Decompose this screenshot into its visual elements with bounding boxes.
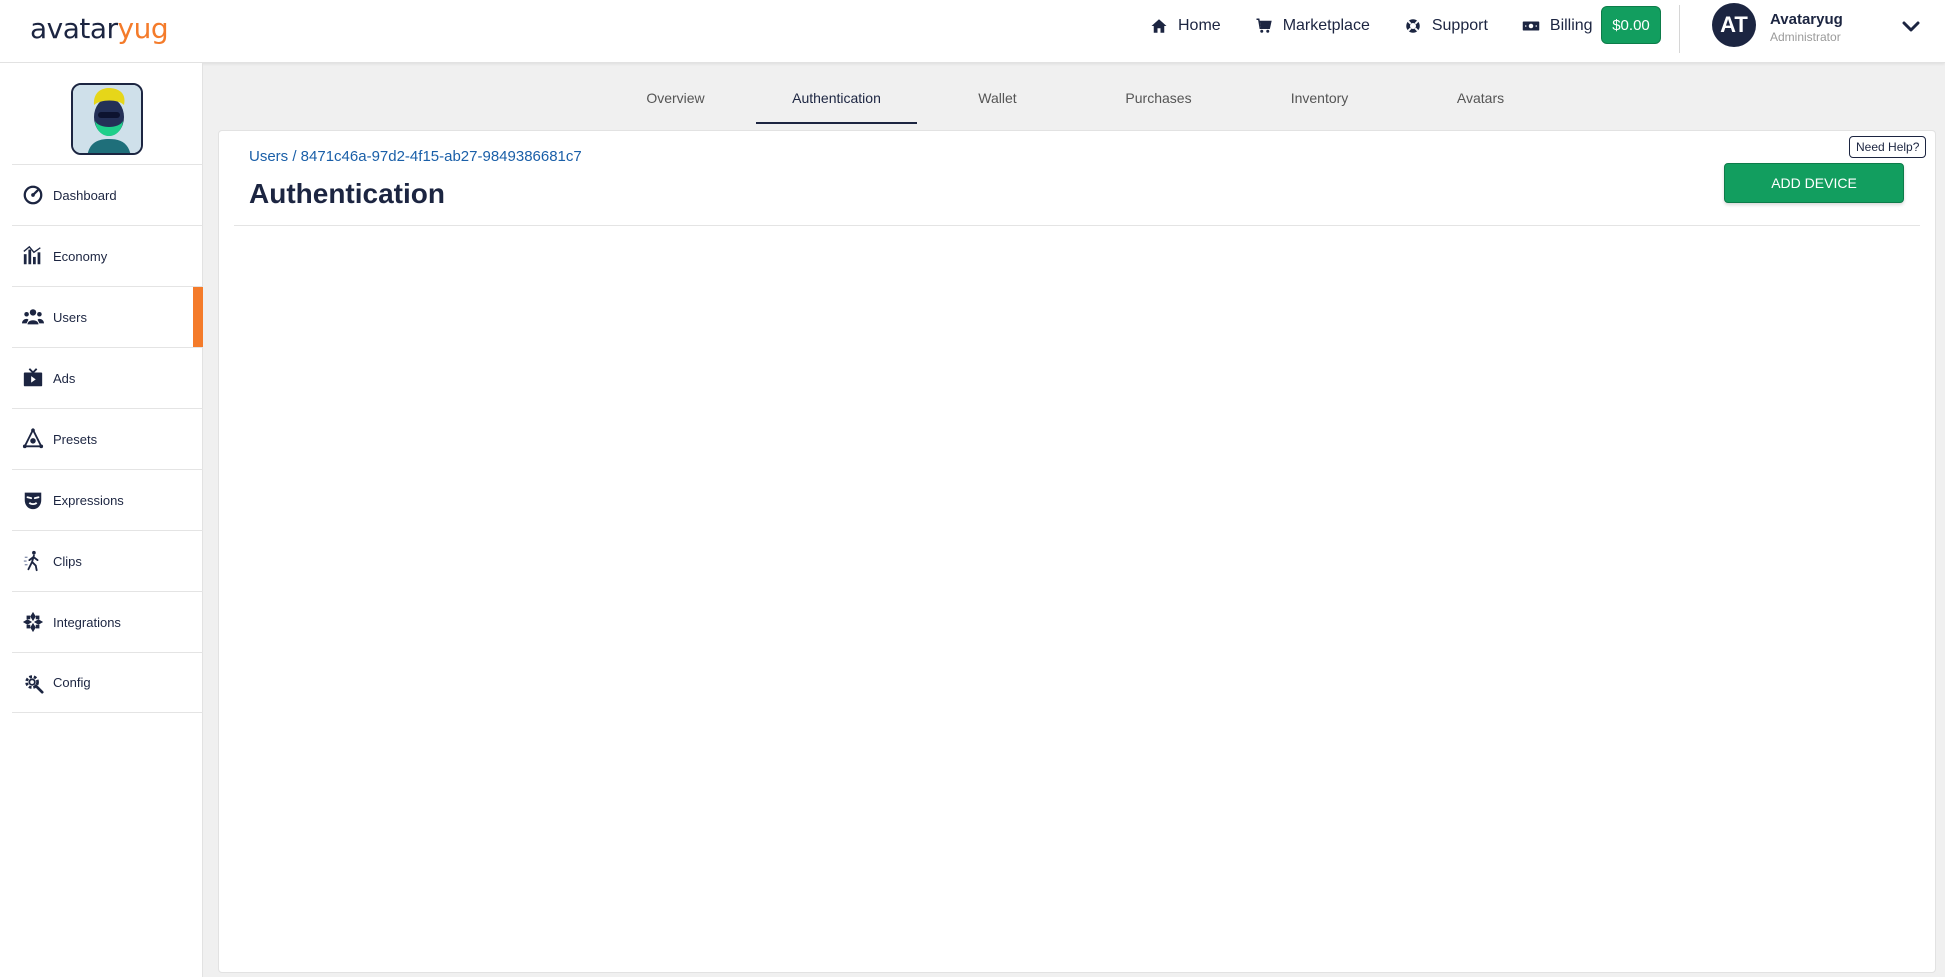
nav-billing-label: Billing (1549, 17, 1593, 34)
avatar-figure-icon (73, 85, 141, 153)
sidebar-item-dashboard[interactable]: Dashboard (12, 164, 203, 225)
chevron-down-icon[interactable] (1902, 20, 1920, 34)
sidebar-item-presets[interactable]: Presets (12, 408, 203, 469)
avataryug-logo[interactable]: avataryug (30, 12, 169, 45)
nav-home[interactable]: Home (1150, 17, 1221, 35)
need-help-button[interactable]: Need Help? (1849, 136, 1927, 158)
nav-support[interactable]: Support (1404, 17, 1488, 35)
gauge-icon (23, 185, 43, 205)
home-icon (1151, 19, 1167, 33)
sidebar-item-economy[interactable]: Economy (12, 225, 203, 286)
sidebar-menu: Dashboard Economy Users Ads Presets Expr… (12, 164, 203, 713)
logo-text-part1: avatar (30, 12, 118, 45)
sidebar: Dashboard Economy Users Ads Presets Expr… (0, 63, 203, 977)
profile-avatar-image[interactable] (71, 83, 143, 155)
sidebar-item-label: Config (53, 675, 91, 690)
presets-icon (22, 428, 44, 449)
lifebuoy-icon (1406, 19, 1420, 33)
sidebar-item-expressions[interactable]: Expressions (12, 469, 203, 530)
sidebar-item-label: Clips (53, 553, 82, 569)
balance-button[interactable]: $0.00 (1601, 6, 1661, 44)
top-nav: Home Marketplace Support Billing (1150, 14, 1605, 38)
tab-authentication[interactable]: Authentication (756, 80, 917, 124)
sidebar-item-label: Economy (53, 248, 108, 264)
sidebar-item-label: Expressions (53, 492, 124, 508)
breadcrumb[interactable]: Users / 8471c46a-97d2-4f15-ab27-98493866… (249, 148, 582, 165)
page-title: Authentication (249, 178, 445, 209)
nav-support-label: Support (1431, 17, 1488, 34)
sidebar-item-users[interactable]: Users (12, 286, 203, 348)
nav-home-label: Home (1178, 17, 1221, 34)
user-name: Avataryug (1770, 11, 1843, 28)
nav-marketplace[interactable]: Marketplace (1255, 17, 1370, 35)
tab-inventory[interactable]: Inventory (1239, 80, 1400, 124)
tab-avatars[interactable]: Avatars (1400, 80, 1561, 124)
nav-billing[interactable]: Billing (1522, 17, 1593, 35)
sidebar-item-ads[interactable]: Ads (12, 347, 203, 408)
ads-icon (23, 368, 43, 387)
content-card: Users / 8471c46a-97d2-4f15-ab27-98493866… (218, 130, 1936, 973)
sidebar-item-label: Ads (53, 370, 76, 386)
nav-marketplace-label: Marketplace (1282, 17, 1370, 34)
sidebar-item-label: Users (53, 309, 87, 325)
top-header: avataryug Home Marketplace Support Billi… (0, 0, 1945, 63)
users-icon (22, 309, 44, 325)
sidebar-item-label: Dashboard (53, 187, 117, 203)
integrations-icon (22, 611, 44, 633)
sidebar-item-clips[interactable]: Clips (12, 530, 203, 591)
mask-icon (24, 492, 42, 510)
sidebar-item-integrations[interactable]: Integrations (12, 591, 203, 652)
bar-chart-icon (23, 245, 41, 265)
gear-icon (25, 674, 44, 694)
user-role: Administrator (1770, 30, 1841, 44)
add-device-button[interactable]: ADD DEVICE (1724, 163, 1904, 203)
sidebar-item-label: Integrations (53, 614, 121, 630)
user-tabs: Overview Authentication Wallet Purchases… (595, 80, 1561, 124)
sidebar-item-config[interactable]: Config (12, 652, 203, 713)
tab-purchases[interactable]: Purchases (1078, 80, 1239, 124)
header-divider-line (234, 225, 1920, 226)
tab-wallet[interactable]: Wallet (917, 80, 1078, 124)
cart-icon (1256, 18, 1272, 33)
user-avatar[interactable]: AT (1712, 3, 1756, 47)
header-divider (1679, 5, 1680, 53)
logo-text-part2: yug (117, 12, 169, 45)
sidebar-item-label: Presets (53, 431, 98, 447)
tab-overview[interactable]: Overview (595, 80, 756, 124)
walking-figure-icon (23, 550, 39, 572)
money-icon (1522, 21, 1540, 31)
